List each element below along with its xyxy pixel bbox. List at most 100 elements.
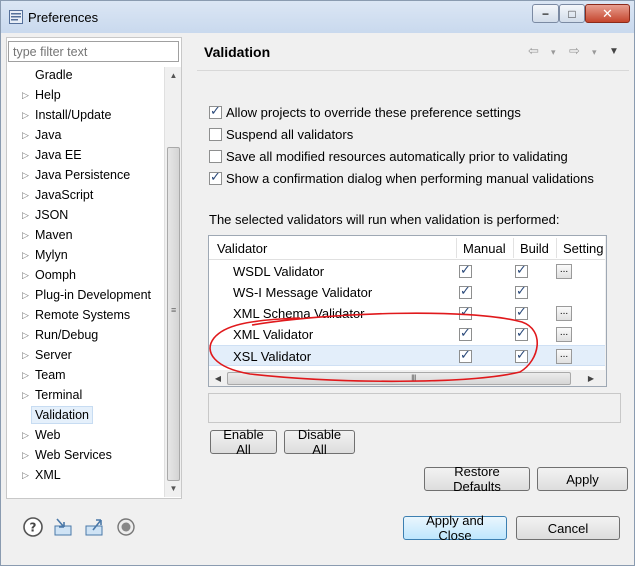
forward-dropdown-icon[interactable]: ▾ <box>592 47 597 58</box>
expand-arrow-icon[interactable]: ▷ <box>22 145 32 165</box>
expand-arrow-icon[interactable]: ▷ <box>22 225 32 245</box>
expand-arrow-icon[interactable]: ▷ <box>22 285 32 305</box>
export-icon[interactable] <box>83 516 105 538</box>
settings-ellipsis-button[interactable]: ... <box>556 264 572 279</box>
tree-item[interactable]: ▷ XML <box>8 465 164 485</box>
tree-item[interactable]: ▷ Java <box>8 125 164 145</box>
tree-item[interactable]: ▷ Java EE <box>8 145 164 165</box>
option-checkbox[interactable] <box>209 149 222 163</box>
forward-arrow-icon[interactable]: ⇨ <box>569 43 580 59</box>
maximize-button[interactable]: □ <box>559 4 585 23</box>
expand-arrow-icon[interactable]: ▷ <box>22 105 32 125</box>
build-checkbox[interactable] <box>515 325 528 341</box>
tree-item[interactable]: ▷ Install/Update <box>8 105 164 125</box>
expand-arrow-icon[interactable]: ▷ <box>22 245 32 265</box>
expand-arrow-icon[interactable]: ▷ <box>22 205 32 225</box>
title-bar[interactable]: Preferences − □ ✕ <box>1 1 634 33</box>
close-button[interactable]: ✕ <box>585 4 630 23</box>
expand-arrow-icon[interactable]: ▷ <box>22 165 32 185</box>
tree-item[interactable]: ▷ Maven <box>8 225 164 245</box>
tree-item[interactable]: ▷ Terminal <box>8 385 164 405</box>
expand-arrow-icon[interactable]: ▷ <box>22 265 32 285</box>
option-checkbox-row[interactable]: Show a confirmation dialog when performi… <box>209 169 594 187</box>
expand-arrow-icon[interactable]: ▷ <box>22 85 32 105</box>
tree-item[interactable]: Gradle <box>8 65 164 85</box>
tree-scrollbar[interactable]: ▲ ≡ ▼ <box>164 67 181 497</box>
back-dropdown-icon[interactable]: ▾ <box>551 47 556 58</box>
expand-arrow-icon[interactable]: ▷ <box>22 305 32 325</box>
manual-checkbox[interactable] <box>459 347 472 363</box>
expand-arrow-icon[interactable]: ▷ <box>22 345 32 365</box>
tree-scroll-thumb[interactable]: ≡ <box>167 147 180 481</box>
filter-input[interactable] <box>8 41 179 62</box>
manual-checkbox[interactable] <box>459 304 472 320</box>
enable-all-button[interactable]: Enable All <box>210 427 277 457</box>
scroll-up-icon[interactable]: ▲ <box>165 67 182 84</box>
tree-item[interactable]: Validation <box>8 405 164 425</box>
expand-arrow-icon[interactable]: ▷ <box>22 465 32 485</box>
option-checkbox[interactable] <box>209 127 222 141</box>
expand-arrow-icon[interactable]: ▷ <box>22 125 32 145</box>
record-icon[interactable] <box>115 516 137 538</box>
view-menu-icon[interactable]: ▼ <box>609 46 619 57</box>
option-checkbox-row[interactable]: Allow projects to override these prefere… <box>209 103 521 121</box>
settings-ellipsis-button[interactable]: ... <box>556 349 572 364</box>
apply-and-close-button[interactable]: Apply and Close <box>403 513 507 543</box>
column-settings[interactable]: Setting <box>563 241 603 256</box>
disable-all-button[interactable]: Disable All <box>284 427 355 457</box>
expand-arrow-icon[interactable]: ▷ <box>22 365 32 385</box>
table-row[interactable]: XML Schema Validator... <box>209 303 606 324</box>
table-row[interactable]: WSDL Validator... <box>209 261 606 282</box>
scroll-right-icon[interactable]: ▶ <box>584 370 598 386</box>
expand-arrow-icon[interactable]: ▷ <box>22 425 32 445</box>
tree-item[interactable]: ▷ Mylyn <box>8 245 164 265</box>
settings-ellipsis-button[interactable]: ... <box>556 306 572 321</box>
table-horizontal-scrollbar[interactable]: ◀ III ▶ <box>209 370 606 386</box>
manual-checkbox[interactable] <box>459 262 472 278</box>
expand-arrow-icon[interactable]: ▷ <box>22 185 32 205</box>
tree-item[interactable]: ▷ JSON <box>8 205 164 225</box>
restore-defaults-button[interactable]: Restore Defaults <box>424 464 530 494</box>
apply-button[interactable]: Apply <box>537 467 628 491</box>
expand-arrow-icon[interactable]: ▷ <box>22 385 32 405</box>
back-arrow-icon[interactable]: ⇦ <box>528 43 539 59</box>
build-checkbox[interactable] <box>515 262 528 278</box>
option-checkbox-row[interactable]: Save all modified resources automaticall… <box>209 147 568 165</box>
option-checkbox[interactable] <box>209 169 222 185</box>
expand-arrow-icon[interactable]: ▷ <box>22 445 32 465</box>
build-checkbox[interactable] <box>515 347 528 363</box>
manual-checkbox[interactable] <box>459 283 472 299</box>
minimize-button[interactable]: − <box>532 4 559 23</box>
tree-item[interactable]: ▷ Team <box>8 365 164 385</box>
column-build[interactable]: Build <box>520 241 549 256</box>
expand-arrow-icon[interactable]: ▷ <box>22 325 32 345</box>
tree-item[interactable]: ▷ Java Persistence <box>8 165 164 185</box>
tree-item[interactable]: ▷ Remote Systems <box>8 305 164 325</box>
cancel-button[interactable]: Cancel <box>516 516 620 540</box>
tree-item[interactable]: ▷ Help <box>8 85 164 105</box>
tree-item[interactable]: ▷ Web Services <box>8 445 164 465</box>
tree-item[interactable]: ▷ Plug-in Development <box>8 285 164 305</box>
import-icon[interactable] <box>52 516 74 538</box>
tree-item[interactable]: ▷ Run/Debug <box>8 325 164 345</box>
table-row[interactable]: XML Validator... <box>209 324 606 345</box>
column-manual[interactable]: Manual <box>463 241 506 256</box>
help-icon[interactable]: ? <box>22 516 44 538</box>
build-checkbox[interactable] <box>515 304 528 320</box>
option-checkbox[interactable] <box>209 103 222 119</box>
tree-item[interactable]: ▷ Server <box>8 345 164 365</box>
tree-item[interactable]: ▷ Oomph <box>8 265 164 285</box>
build-checkbox[interactable] <box>515 283 528 299</box>
table-row[interactable]: XSL Validator... <box>209 345 606 366</box>
table-row[interactable]: WS-I Message Validator <box>209 282 606 303</box>
manual-checkbox[interactable] <box>459 325 472 341</box>
scroll-left-icon[interactable]: ◀ <box>211 370 225 386</box>
table-hscroll-thumb[interactable]: III <box>227 372 571 385</box>
tree-item[interactable]: ▷ Web <box>8 425 164 445</box>
table-vertical-scrollbar[interactable] <box>605 236 606 386</box>
column-validator[interactable]: Validator <box>217 241 267 256</box>
tree-item[interactable]: ▷ JavaScript <box>8 185 164 205</box>
option-checkbox-row[interactable]: Suspend all validators <box>209 125 353 143</box>
scroll-down-icon[interactable]: ▼ <box>165 480 182 497</box>
settings-ellipsis-button[interactable]: ... <box>556 327 572 342</box>
